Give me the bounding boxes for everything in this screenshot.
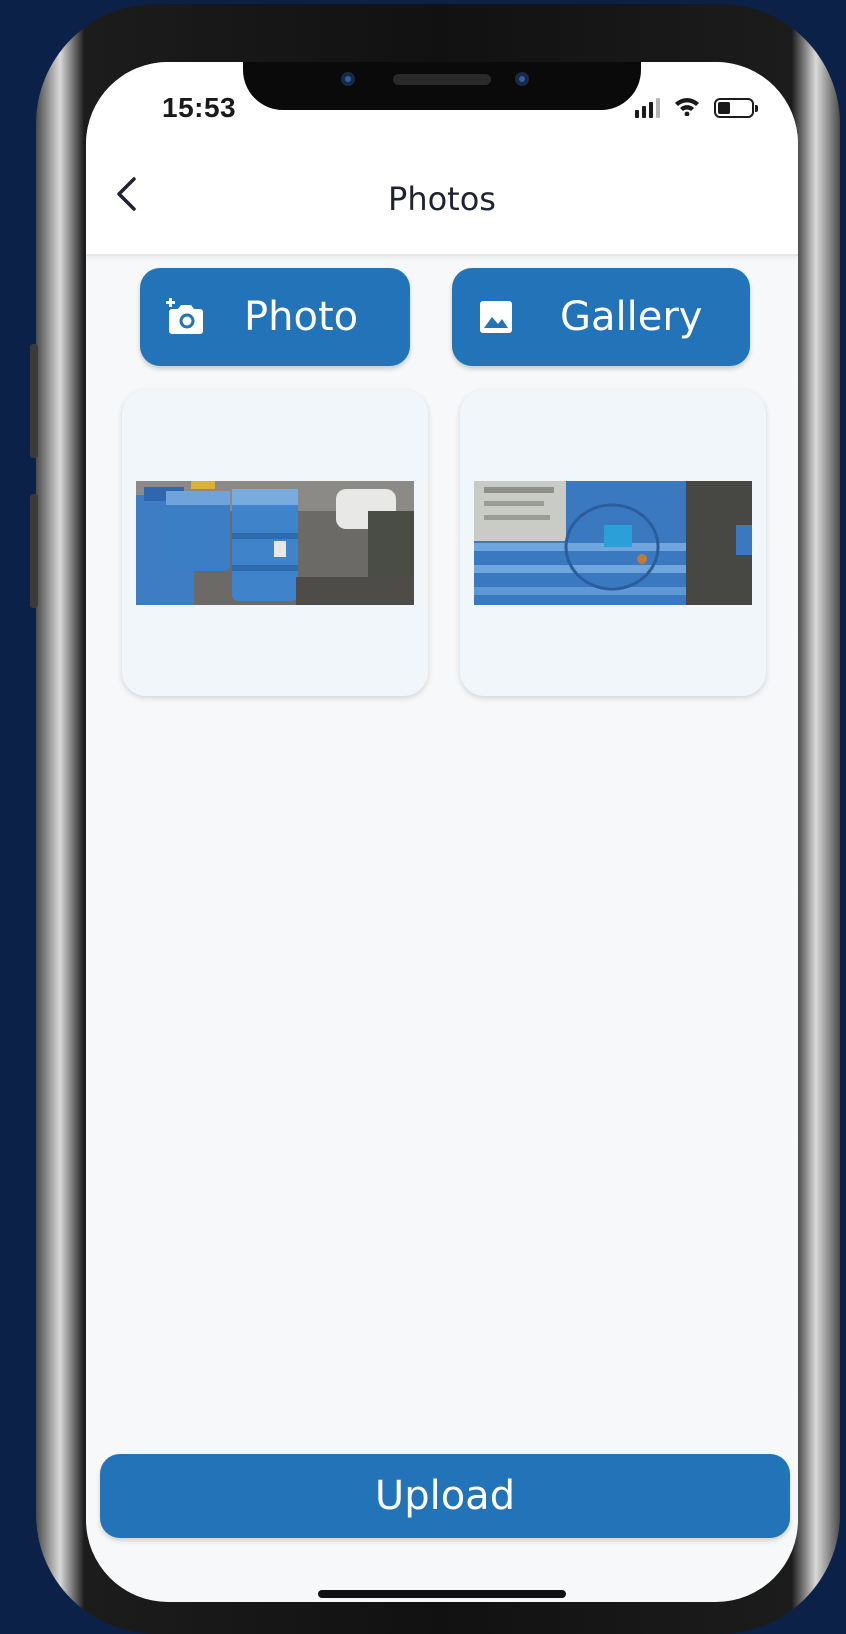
photo-thumbnail-2: [474, 481, 752, 605]
add-camera-icon: [162, 295, 206, 339]
notch: [243, 62, 641, 110]
photo-card-2[interactable]: [460, 390, 766, 696]
photo-thumbnail-1: [136, 481, 414, 605]
image-icon: [474, 295, 518, 339]
signal-icon: [635, 98, 660, 118]
take-photo-button[interactable]: Photo: [140, 268, 410, 366]
silent-switch: [30, 344, 38, 458]
camera-lens: [341, 72, 355, 86]
gallery-label: Gallery: [560, 294, 703, 340]
home-indicator[interactable]: [318, 1590, 566, 1598]
sensor-lens: [515, 72, 529, 86]
volume-button: [30, 494, 38, 608]
app-screen: 15:53 Photos Photo Gallery Upload: [86, 62, 798, 1602]
status-time: 15:53: [162, 92, 237, 123]
wifi-icon: [674, 96, 700, 120]
photo-card-1[interactable]: [122, 390, 428, 696]
page-title: Photos: [388, 180, 496, 218]
battery-icon: [714, 98, 758, 118]
gallery-button[interactable]: Gallery: [452, 268, 750, 366]
speaker-grille: [393, 74, 491, 85]
take-photo-label: Photo: [244, 294, 359, 340]
upload-button[interactable]: Upload: [100, 1454, 790, 1538]
status-icons: [635, 96, 758, 120]
